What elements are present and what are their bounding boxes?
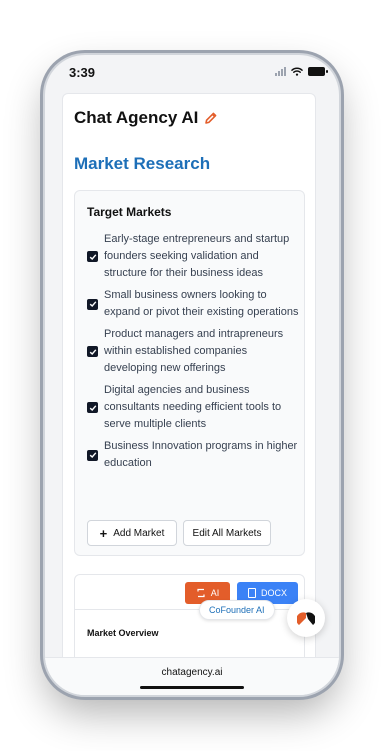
cofounder-ai-button[interactable] bbox=[287, 599, 325, 637]
phone-frame: 3:39 Chat Agency AI Market Research Targ… bbox=[45, 55, 339, 695]
pencil-icon[interactable] bbox=[204, 111, 218, 125]
list-item: Product managers and intrapreneurs withi… bbox=[87, 326, 299, 377]
list-item: Digital agencies and business consultant… bbox=[87, 382, 299, 433]
market-overview-title: Market Overview bbox=[87, 628, 159, 638]
market-label: Small business owners looking to expand … bbox=[104, 289, 299, 318]
ai-button-label: AI bbox=[210, 588, 220, 598]
status-icons bbox=[275, 67, 328, 76]
checkmark-icon bbox=[89, 404, 96, 411]
market-list: Early-stage entrepreneurs and startup fo… bbox=[87, 231, 299, 477]
checkmark-icon bbox=[89, 253, 96, 260]
checkmark-icon bbox=[89, 301, 96, 308]
checkmark-icon bbox=[89, 452, 96, 459]
status-time: 3:39 bbox=[69, 65, 96, 80]
checkbox[interactable] bbox=[87, 346, 98, 357]
wifi-icon bbox=[291, 67, 303, 76]
market-label: Digital agencies and business consultant… bbox=[104, 384, 282, 430]
list-item: Business Innovation programs in higher e… bbox=[87, 438, 299, 472]
market-label: Early-stage entrepreneurs and startup fo… bbox=[104, 233, 290, 279]
checkmark-icon bbox=[89, 348, 96, 355]
cofounder-ai-tooltip: CoFounder AI bbox=[199, 600, 275, 620]
home-indicator[interactable] bbox=[140, 686, 244, 689]
checkbox[interactable] bbox=[87, 298, 98, 310]
plus-icon: + bbox=[99, 525, 108, 541]
docx-button-label: DOCX bbox=[260, 588, 287, 598]
main-card: Chat Agency AI Market Research Target Ma… bbox=[62, 93, 316, 694]
list-item: Early-stage entrepreneurs and startup fo… bbox=[87, 231, 299, 282]
target-markets-heading: Target Markets bbox=[87, 205, 172, 219]
market-label: Product managers and intrapreneurs withi… bbox=[104, 328, 284, 374]
app-title: Chat Agency AI bbox=[74, 108, 199, 127]
document-icon bbox=[247, 588, 256, 598]
list-item: Small business owners looking to expand … bbox=[87, 287, 299, 321]
checkbox[interactable] bbox=[87, 449, 98, 461]
target-markets-panel: Target Markets Early-stage entrepreneurs… bbox=[74, 190, 305, 556]
edit-all-markets-button[interactable]: Edit All Markets bbox=[183, 520, 271, 546]
market-label: Business Innovation programs in higher e… bbox=[104, 440, 298, 469]
url-text[interactable]: chatagency.ai bbox=[45, 667, 339, 678]
signal-icon bbox=[275, 67, 286, 76]
section-title: Market Research bbox=[74, 154, 211, 173]
checkbox[interactable] bbox=[87, 402, 98, 413]
add-market-button[interactable]: + Add Market bbox=[87, 520, 177, 546]
add-market-label: Add Market bbox=[113, 527, 165, 539]
browser-bottom-bar: chatagency.ai bbox=[45, 657, 339, 695]
edit-all-markets-label: Edit All Markets bbox=[192, 527, 262, 539]
status-bar: 3:39 bbox=[45, 55, 339, 89]
assistant-logo-icon bbox=[297, 612, 315, 625]
battery-icon bbox=[308, 67, 328, 76]
refresh-icon bbox=[197, 588, 205, 598]
checkbox[interactable] bbox=[87, 251, 98, 262]
